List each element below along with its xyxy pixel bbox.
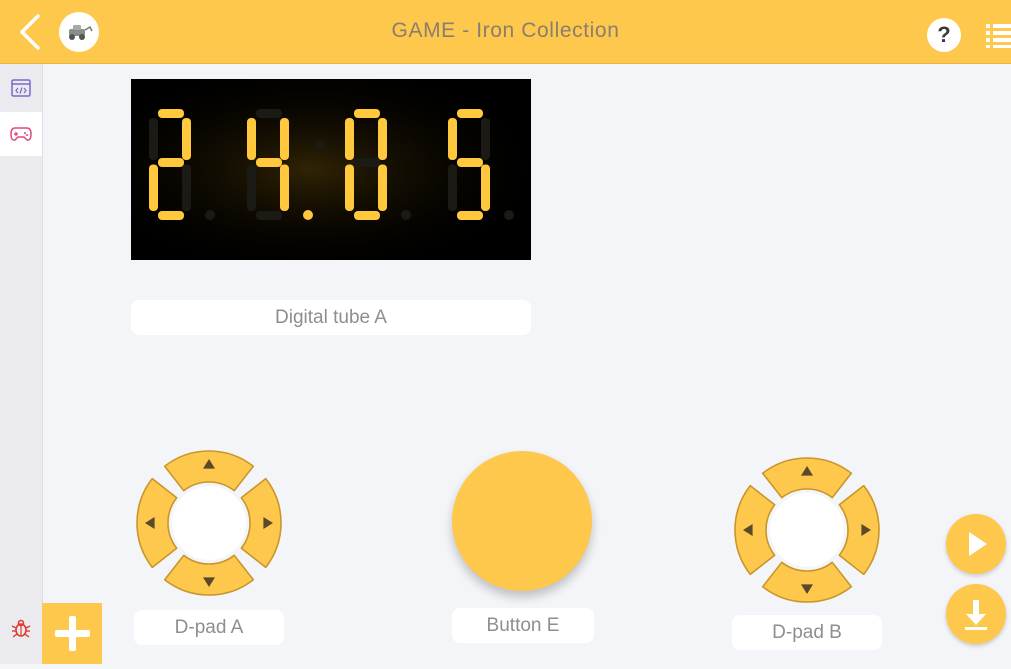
code-window-icon [11,79,31,97]
dpad-a-down-button[interactable] [163,554,255,596]
digital-tube-label: Digital tube A [131,300,531,335]
sidebar [0,64,43,664]
segment-digit-2 [280,164,289,211]
decimal-point [303,210,313,220]
download-icon [965,600,987,630]
dpad-b-down-button[interactable] [761,561,853,603]
sidebar-item-code[interactable] [0,66,42,110]
dpad-a-graphic [136,450,282,596]
dpad-a-right-button[interactable] [240,477,282,569]
segment-digit-4 [457,109,483,118]
segment-digit-3 [354,158,380,167]
segment-digit-3 [378,118,387,160]
menu-list-button[interactable] [986,22,1011,48]
decimal-point [401,210,411,220]
dpad-b-left-button[interactable] [734,484,776,576]
segment-digit-4 [448,164,457,211]
segment-digit-2 [247,118,256,160]
segment-digit-1 [149,118,158,160]
segment-digit-3 [354,211,380,220]
segment-digit-2 [280,118,289,160]
segment-digit-1 [182,118,191,160]
digital-tube-display[interactable] [131,79,531,260]
segment-digit-4 [481,164,490,211]
segment-digit-1 [158,211,184,220]
dpad-b[interactable] [732,455,882,605]
segment-digit-3 [378,164,387,211]
segment-digit-2 [256,158,282,167]
segment-digit-1 [158,158,184,167]
button-e-label: Button E [452,608,594,643]
dpad-b-graphic [734,457,880,603]
segment-digit-4 [457,211,483,220]
dpad-b-up-button[interactable] [761,457,853,499]
segment-digit-3 [345,118,354,160]
segment-digit-1 [149,164,158,211]
top-bar: GAME - Iron Collection ? [0,0,1011,64]
segment-digit-2 [256,109,282,118]
colon-dot [315,140,325,150]
run-button[interactable] [946,514,1006,574]
dpad-a-label: D-pad A [134,610,284,645]
segment-digit-1 [182,164,191,211]
segment-digit-1 [158,109,184,118]
add-widget-button[interactable] [42,603,102,664]
decimal-point [205,210,215,220]
page-title: GAME - Iron Collection [391,19,620,42]
gamepad-icon [10,127,32,141]
help-button[interactable]: ? [927,18,961,52]
bug-icon[interactable] [10,617,32,639]
segment-digit-4 [448,118,457,160]
play-icon [969,532,987,556]
list-icon [986,24,1011,48]
segment-digit-3 [345,164,354,211]
button-e[interactable] [452,451,592,591]
sidebar-item-game[interactable] [0,112,42,156]
dpad-b-label: D-pad B [732,615,882,650]
dpad-a-left-button[interactable] [136,477,178,569]
segment-digit-4 [457,158,483,167]
download-button[interactable] [946,584,1006,644]
segment-digit-3 [354,109,380,118]
segment-digit-2 [256,211,282,220]
decimal-point [504,210,514,220]
plus-icon [55,616,90,651]
dpad-a-center [172,486,246,560]
dpad-a-up-button[interactable] [163,450,255,492]
segment-digit-2 [247,164,256,211]
dpad-b-right-button[interactable] [838,484,880,576]
dpad-a[interactable] [134,448,284,598]
segment-digit-4 [481,118,490,160]
seven-segment-display [131,79,531,260]
dpad-b-center [770,493,844,567]
